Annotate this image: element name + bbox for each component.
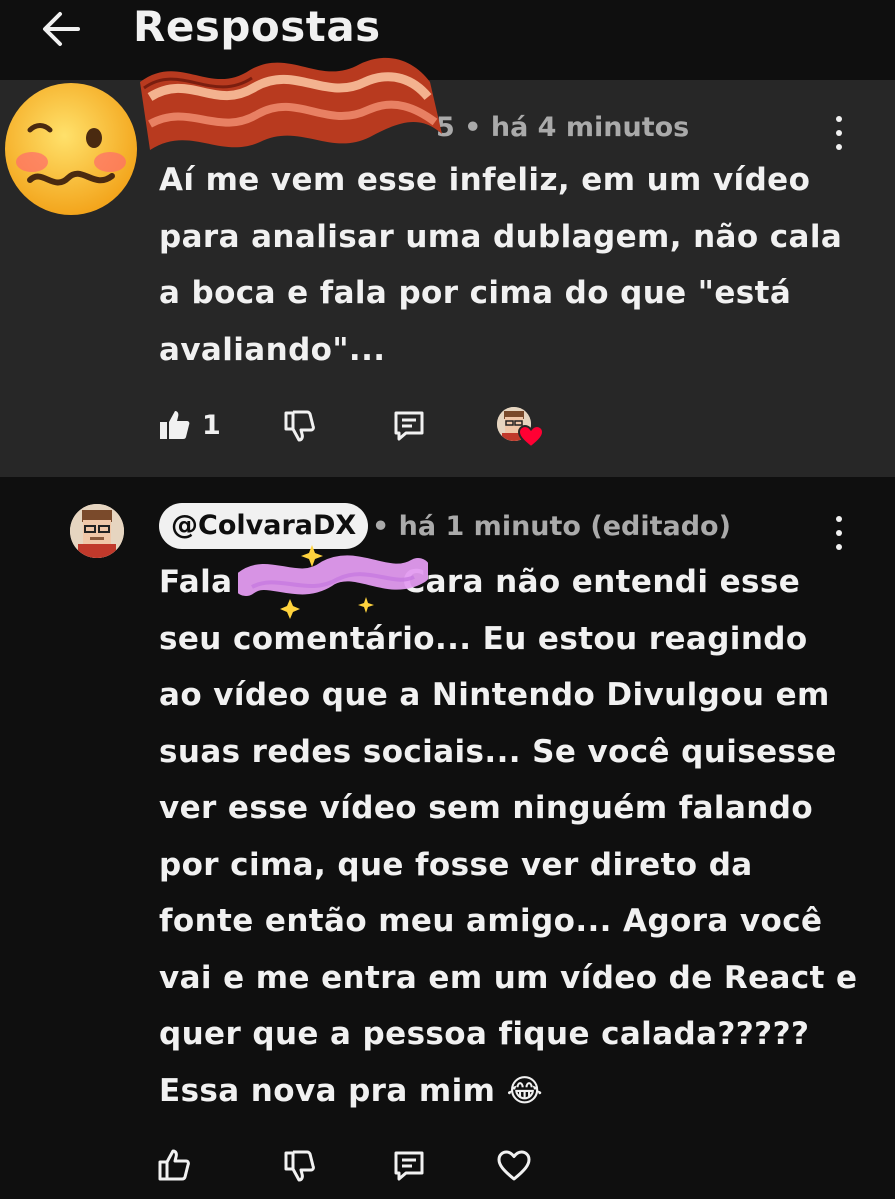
- back-arrow-icon[interactable]: [38, 6, 84, 52]
- comment-line: para analisar uma dublagem, não cala: [159, 218, 843, 255]
- comment-line: ao vídeo que a Nintendo Divulgou em: [159, 677, 830, 713]
- comment-meta: 5 • há 4 minutos: [436, 112, 690, 143]
- comment-line: Aí me vem esse infeliz, em um vídeo: [159, 162, 811, 198]
- heart-icon: [518, 425, 544, 449]
- bacon-sticker: [140, 57, 442, 150]
- comment-text: Fala: [159, 564, 233, 600]
- comment-text: Cara não entendi esse: [402, 564, 801, 600]
- comment-line: por cima, que fosse ver direto da: [159, 846, 753, 883]
- kebab-menu-icon[interactable]: [834, 516, 844, 550]
- sparkle-scribble-sticker: [238, 545, 428, 619]
- comment-line: suas redes sociais... Se você quisesse: [159, 733, 837, 770]
- reply-comment: @ColvaraDX • há 1 minuto (editado) Fala C…: [0, 477, 895, 1199]
- comment-line: quer que a pessoa fique calada?????: [159, 1016, 810, 1052]
- comment-line: ver esse vídeo sem ninguém falando: [159, 790, 814, 826]
- like-count: 1: [202, 410, 221, 441]
- comment-line: avaliando"...: [159, 331, 386, 368]
- comment-body: Aí me vem esse infeliz, em um vídeo para…: [159, 152, 842, 378]
- reply-icon[interactable]: [392, 1149, 426, 1183]
- comment-meta: • há 1 minuto (editado): [372, 511, 731, 542]
- comment-line: vai e me entra em um vídeo de React e: [159, 959, 858, 996]
- heart-icon[interactable]: [497, 1150, 531, 1182]
- dislike-icon[interactable]: [283, 1149, 317, 1183]
- reply-icon[interactable]: [392, 409, 426, 443]
- comment-line: a boca e fala por cima do que "está: [159, 275, 792, 311]
- comment-line: Essa nova pra mim 😂: [159, 1072, 544, 1109]
- dislike-icon[interactable]: [283, 409, 317, 443]
- comment-line: fonte então meu amigo... Agora você: [159, 903, 823, 939]
- like-icon[interactable]: [158, 1148, 192, 1182]
- comment-body: Fala Cara não entendi esse seu comentário…: [159, 554, 857, 1119]
- author-avatar[interactable]: [70, 504, 124, 558]
- woozy-face-sticker: [5, 83, 137, 215]
- kebab-menu-icon[interactable]: [834, 116, 844, 150]
- like-icon[interactable]: [158, 408, 192, 442]
